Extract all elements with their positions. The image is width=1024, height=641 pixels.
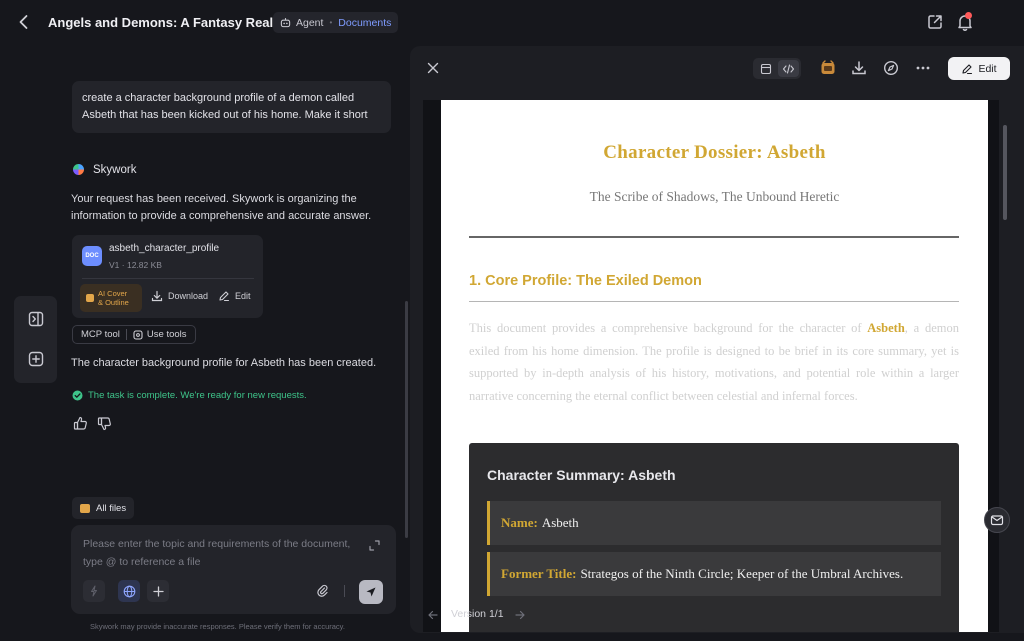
mode-switch: Agent • Documents bbox=[273, 12, 399, 33]
ai-cover-label: AI Cover & Outline bbox=[98, 289, 129, 307]
tools-chip[interactable]: MCP tool Use tools bbox=[72, 325, 196, 344]
field-value: Strategos of the Ninth Circle; Keeper of… bbox=[580, 566, 904, 581]
spark-button[interactable] bbox=[83, 580, 105, 602]
folder-icon bbox=[80, 503, 90, 513]
edit-file-button[interactable]: Edit bbox=[218, 290, 251, 302]
file-card[interactable]: DOC asbeth_character_profile V1 · 12.82 … bbox=[72, 235, 263, 318]
intro-text-before: This document provides a comprehensive b… bbox=[469, 321, 868, 335]
check-circle-icon bbox=[72, 390, 83, 401]
document-panel: Edit Character Dossier: Asbeth The Scrib… bbox=[410, 46, 1024, 633]
download-button[interactable]: Download bbox=[151, 290, 208, 302]
section-heading: 1. Core Profile: The Exiled Demon bbox=[469, 273, 702, 289]
file-card-divider bbox=[82, 278, 254, 279]
edit-document-button[interactable]: Edit bbox=[948, 57, 1010, 80]
chat-scrollbar[interactable] bbox=[405, 301, 408, 538]
plus-icon bbox=[152, 585, 164, 597]
all-files-button[interactable]: All files bbox=[72, 497, 135, 519]
thumbs-down-icon[interactable] bbox=[97, 416, 112, 431]
mode-agent-tab[interactable]: Agent bbox=[296, 17, 323, 29]
document-viewport[interactable]: Character Dossier: Asbeth The Scribe of … bbox=[423, 100, 999, 632]
use-tools-label: Use tools bbox=[146, 329, 187, 340]
ai-cover-line2: & Outline bbox=[98, 298, 129, 307]
disclaimer: Skywork may provide inaccurate responses… bbox=[90, 622, 345, 631]
tools-separator bbox=[125, 329, 127, 340]
ai-cover-button[interactable]: AI Cover & Outline bbox=[80, 284, 142, 312]
bot-name: Skywork bbox=[93, 163, 137, 176]
title-divider bbox=[469, 236, 959, 238]
bot-message: Your request has been received. Skywork … bbox=[71, 193, 372, 222]
globe-icon bbox=[123, 585, 136, 598]
document-page: Character Dossier: Asbeth The Scribe of … bbox=[441, 100, 988, 632]
send-icon bbox=[365, 586, 377, 598]
mcp-tool-label: MCP tool bbox=[81, 329, 120, 340]
section-divider bbox=[469, 301, 959, 302]
bot-header: Skywork bbox=[72, 163, 136, 176]
view-toggle bbox=[753, 58, 801, 79]
file-size: 12.82 KB bbox=[126, 260, 162, 270]
field-value: Asbeth bbox=[541, 515, 579, 530]
ai-cover-line1: AI Cover bbox=[98, 289, 128, 298]
summary-field: Name: Asbeth bbox=[487, 501, 941, 545]
input-separator bbox=[344, 585, 345, 597]
edit-file-label: Edit bbox=[235, 291, 251, 301]
prompt-placeholder: Please enter the topic and requirements … bbox=[83, 538, 351, 568]
top-bar: Angels and Demons: A Fantasy Realm Agent… bbox=[0, 0, 1024, 46]
back-icon[interactable] bbox=[14, 12, 34, 32]
download-icon[interactable] bbox=[851, 60, 867, 76]
file-meta: V1 · 12.82 KB bbox=[109, 260, 162, 270]
task-status-text: The task is complete. We're ready for ne… bbox=[88, 390, 307, 401]
version-bar: Version 1/1 bbox=[410, 598, 1024, 633]
download-label: Download bbox=[168, 291, 209, 301]
skywork-logo-icon bbox=[72, 163, 85, 176]
document-subtitle: The Scribe of Shadows, The Unbound Heret… bbox=[589, 189, 840, 204]
use-tools: Use tools bbox=[133, 329, 187, 340]
web-search-button[interactable] bbox=[118, 580, 140, 602]
send-button[interactable] bbox=[359, 580, 383, 604]
edit-document-label: Edit bbox=[978, 62, 997, 75]
mode-documents-tab[interactable]: Documents bbox=[338, 17, 391, 29]
feedback-mail-icon[interactable] bbox=[984, 507, 1010, 533]
field-label: Former Title: bbox=[501, 566, 577, 581]
download-icon bbox=[151, 290, 163, 302]
code-view-icon[interactable] bbox=[778, 60, 799, 77]
expand-input-icon[interactable] bbox=[369, 540, 380, 551]
pencil-icon bbox=[961, 63, 973, 75]
task-status: The task is complete. We're ready for ne… bbox=[72, 390, 307, 401]
ai-cover-icon bbox=[86, 294, 94, 302]
arrow-right-icon[interactable] bbox=[514, 609, 526, 621]
file-name: asbeth_character_profile bbox=[109, 243, 220, 254]
preview-view-icon[interactable] bbox=[755, 60, 776, 77]
notification-dot bbox=[965, 12, 972, 19]
field-label: Name: bbox=[501, 515, 538, 530]
compass-icon[interactable] bbox=[883, 60, 899, 76]
summary-field: Former Title: Strategos of the Ninth Cir… bbox=[487, 552, 941, 596]
close-icon[interactable] bbox=[427, 62, 439, 74]
thumbs-up-icon[interactable] bbox=[73, 416, 88, 431]
intro-highlight: Asbeth bbox=[867, 321, 905, 335]
more-dots-icon[interactable] bbox=[915, 60, 931, 76]
theme-icon[interactable] bbox=[820, 60, 836, 76]
paperclip-icon[interactable] bbox=[316, 584, 330, 598]
document-title: Character Dossier: Asbeth bbox=[603, 142, 826, 163]
add-attachment-button[interactable] bbox=[147, 580, 169, 602]
intro-paragraph: This document provides a comprehensive b… bbox=[469, 317, 959, 407]
file-version: V1 bbox=[109, 260, 120, 270]
mode-separator: • bbox=[329, 18, 333, 27]
arrow-left-icon[interactable] bbox=[427, 609, 439, 621]
all-files-label: All files bbox=[96, 502, 127, 514]
prompt-input[interactable]: Please enter the topic and requirements … bbox=[71, 525, 396, 614]
page-title: Angels and Demons: A Fantasy Realm bbox=[48, 15, 285, 30]
user-message: create a character background profile of… bbox=[72, 81, 391, 133]
share-icon[interactable] bbox=[926, 13, 944, 31]
tools-icon bbox=[133, 329, 143, 340]
chat-panel: create a character background profile of… bbox=[0, 46, 410, 641]
summary-title: Character Summary: Asbeth bbox=[487, 467, 676, 483]
version-label: Version 1/1 bbox=[451, 608, 504, 620]
robot-icon bbox=[280, 17, 291, 28]
completion-message: The character background profile for Asb… bbox=[71, 357, 377, 369]
pencil-icon bbox=[218, 290, 230, 302]
document-scrollbar[interactable] bbox=[1003, 125, 1007, 220]
doc-file-icon: DOC bbox=[82, 246, 102, 266]
spark-icon bbox=[88, 585, 100, 597]
